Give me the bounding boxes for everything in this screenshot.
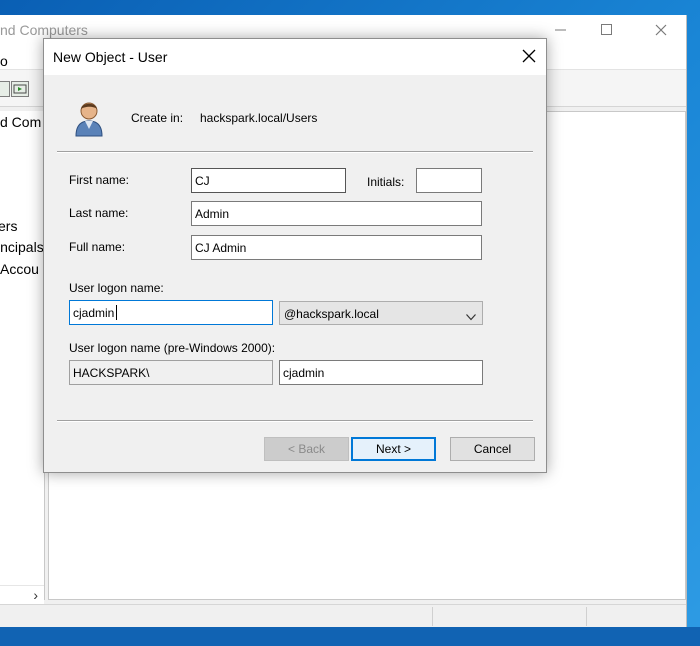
tree-item-users[interactable]: ers <box>0 218 17 234</box>
first-name-field[interactable] <box>191 168 346 193</box>
logon-name-label: User logon name: <box>69 281 164 295</box>
tree-item-principals[interactable]: incipals <box>0 239 44 255</box>
full-name-field[interactable] <box>191 235 482 260</box>
maximize-icon[interactable] <box>584 17 630 43</box>
logon-name-field[interactable] <box>69 300 273 325</box>
cancel-button[interactable]: Cancel <box>450 437 535 461</box>
last-name-field[interactable] <box>191 201 482 226</box>
tree-item-accounts[interactable]: Accou <box>0 261 39 277</box>
menu-item-fragment[interactable]: o <box>0 53 8 69</box>
background-window-title: nd Computers <box>0 22 88 38</box>
upn-suffix-dropdown[interactable]: @hackspark.local <box>279 301 483 325</box>
separator <box>57 420 533 422</box>
dialog-titlebar: New Object - User <box>44 39 546 75</box>
console-tree[interactable]: d Com ers incipals Accou <box>0 111 45 600</box>
status-divider <box>432 607 433 626</box>
new-user-dialog: New Object - User Create in: hackspark.l… <box>43 38 547 473</box>
toolbar-tool-icon[interactable] <box>0 81 10 97</box>
toolbar-run-icon[interactable] <box>11 81 29 97</box>
last-name-label: Last name: <box>69 206 129 220</box>
status-divider <box>586 607 587 626</box>
text-caret <box>116 305 117 320</box>
pre2000-label: User logon name (pre-Windows 2000): <box>69 341 276 355</box>
close-icon[interactable] <box>512 39 546 73</box>
user-icon <box>73 99 105 137</box>
back-button[interactable]: < Back <box>264 437 349 461</box>
pre2000-domain-field <box>69 360 273 385</box>
close-icon[interactable] <box>638 17 684 43</box>
initials-field[interactable] <box>416 168 482 193</box>
first-name-label: First name: <box>69 173 130 187</box>
taskbar <box>0 627 700 646</box>
horizontal-scrollbar[interactable]: › <box>0 585 44 605</box>
next-button[interactable]: Next > <box>351 437 436 461</box>
status-bar <box>0 604 686 628</box>
upn-suffix-value: @hackspark.local <box>284 307 379 321</box>
create-in-path: hackspark.local/Users <box>200 111 318 125</box>
create-in-label: Create in: <box>131 111 184 125</box>
dialog-title: New Object - User <box>53 49 168 65</box>
pre2000-logon-field[interactable] <box>279 360 483 385</box>
separator <box>57 151 533 153</box>
tree-item-root[interactable]: d Com <box>0 114 41 130</box>
chevron-down-icon[interactable] <box>466 310 476 321</box>
full-name-label: Full name: <box>69 240 126 254</box>
initials-label: Initials: <box>367 175 405 189</box>
scroll-right-icon[interactable]: › <box>33 587 38 603</box>
